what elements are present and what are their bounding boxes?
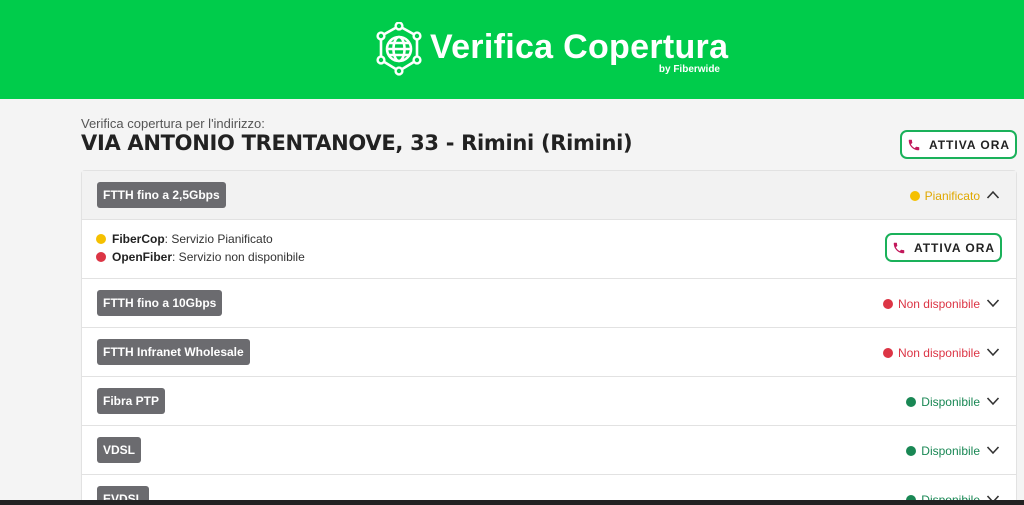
technology-tag: FTTH fino a 10Gbps [97,290,223,316]
phone-icon [893,242,905,253]
status-dot [882,298,893,309]
attiva-ora-button[interactable]: ATTIVA ORA [900,130,1017,159]
accordion-row-ftth-2-5gbps[interactable]: FTTH fino a 2,5Gbps Pianificato [82,171,1016,220]
attiva-ora-label: ATTIVA ORA [928,137,1011,152]
status-indicator: Pianificato [909,171,980,220]
status-indicator: Non disponibile [882,279,980,328]
provider-name: FiberCop [112,232,165,246]
chevron-down-icon[interactable] [986,443,1000,457]
status-label: Disponibile [921,443,980,458]
provider-line: OpenFiber: Servizio non disponibile [112,250,305,264]
coverage-accordion: FTTH fino a 2,5Gbps Pianificato FiberCop… [81,170,1017,505]
status-label: Non disponibile [897,296,980,311]
status-dot [96,234,106,244]
chevron-down-icon[interactable] [986,345,1000,359]
provider-item-fibercop: FiberCop: Servizio Pianificato [96,232,273,246]
status-label: Pianificato [924,188,980,203]
technology-tag: FTTH Infranet Wholesale [97,339,250,365]
accordion-row-ftth-10gbps[interactable]: FTTH fino a 10Gbps Non disponibile [82,279,1016,328]
status-indicator: Disponibile [906,426,980,475]
window-bottom-edge [0,500,1024,505]
provider-line: FiberCop: Servizio Pianificato [112,232,273,246]
header-bar: Verifica Copertura by Fiberwide [0,0,1024,99]
app-byline: by Fiberwide [658,64,720,75]
technology-tag: FTTH fino a 2,5Gbps [97,182,226,208]
accordion-row-fibra-ptp[interactable]: Fibra PTP Disponibile [82,377,1016,426]
provider-status: : Servizio Pianificato [164,232,273,246]
accordion-row-ftth-infranet[interactable]: FTTH Infranet Wholesale Non disponibile [82,328,1016,377]
technology-tag: VDSL [97,437,142,463]
status-dot [882,347,893,358]
attiva-ora-label: ATTIVA ORA [913,240,996,255]
chevron-down-icon[interactable] [986,296,1000,310]
address-title: VIA ANTONIO TRENTANOVE, 33 - Rimini (Rim… [81,131,633,155]
status-dot [96,252,106,262]
chevron-down-icon[interactable] [986,394,1000,408]
provider-name: OpenFiber [112,250,173,264]
chevron-up-icon[interactable] [986,188,1000,202]
accordion-details-ftth-2-5gbps: FiberCop: Servizio Pianificato OpenFiber… [82,220,1016,279]
accordion-row-vdsl[interactable]: VDSL Disponibile [82,426,1016,475]
globe-network-icon [376,22,422,76]
provider-status: : Servizio non disponibile [172,250,305,264]
address-intro: Verifica copertura per l'indirizzo: [81,116,265,131]
technology-tag: Fibra PTP [97,388,166,414]
status-label: Disponibile [921,394,980,409]
status-dot [906,445,917,456]
status-dot [906,396,917,407]
status-indicator: Disponibile [906,377,980,426]
app-title: Verifica Copertura [430,28,729,66]
status-indicator: Non disponibile [882,328,980,377]
attiva-ora-button-row[interactable]: ATTIVA ORA [885,233,1002,262]
status-label: Non disponibile [897,345,980,360]
brand[interactable]: Verifica Copertura by Fiberwide [374,22,728,78]
status-dot [909,190,920,201]
provider-item-openfiber: OpenFiber: Servizio non disponibile [96,250,305,264]
phone-icon [908,139,920,150]
